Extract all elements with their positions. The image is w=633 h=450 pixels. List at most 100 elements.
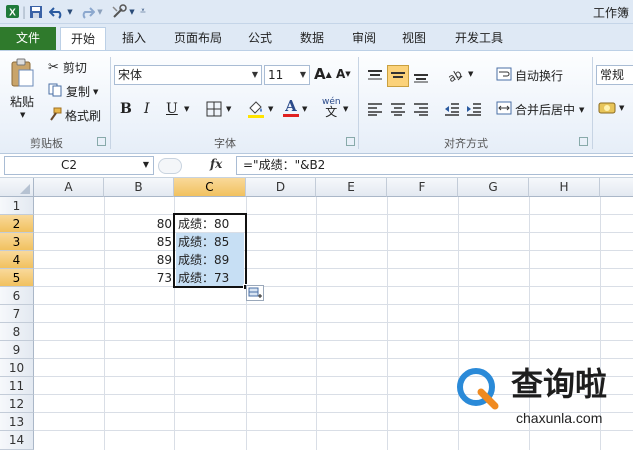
phonetic-dropdown-icon[interactable]: ▼ [343,105,348,113]
alignment-group-label: 对齐方式 [444,137,488,150]
row-header-10[interactable]: 10 [0,359,34,377]
shrink-font-label: A [336,67,346,81]
redo-icon[interactable] [78,3,96,20]
row-header-13[interactable]: 13 [0,413,34,431]
wrap-text-button[interactable]: 自动换行 [496,67,563,84]
column-header-h[interactable]: H [529,178,600,197]
tab-page-layout[interactable]: 页面布局 [166,27,230,50]
customize-qat-icon[interactable]: ⩡ [138,3,148,20]
clipboard-paste-icon[interactable] [6,57,38,89]
row-header-5[interactable]: 5 [0,269,34,287]
cut-button[interactable]: ✂ 剪切 [48,59,87,76]
underline-dropdown-icon[interactable]: ▼ [184,105,189,113]
tab-home[interactable]: 开始 [60,27,106,51]
merge-center-button[interactable]: 合并后居中 ▼ [496,101,584,118]
column-header-c[interactable]: C [174,178,246,197]
tab-review[interactable]: 审阅 [344,27,384,50]
undo-dropdown-icon[interactable]: ▼ [66,3,74,20]
save-icon[interactable] [28,3,44,20]
text-orientation-icon[interactable]: ab [444,65,466,87]
name-box[interactable]: C2 ▼ [4,156,154,175]
format-painter-button[interactable]: 格式刷 [48,107,101,124]
select-all-corner[interactable] [0,178,34,197]
clipboard-group-label: 剪贴板 [30,137,63,150]
tools-dropdown-icon[interactable]: ▼ [128,3,136,20]
orientation-dropdown-icon[interactable]: ▼ [468,70,473,78]
cell-b5[interactable]: 73 [104,269,174,287]
column-header-g[interactable]: G [458,178,529,197]
row-header-3[interactable]: 3 [0,233,34,251]
row-header-6[interactable]: 6 [0,287,34,305]
tab-developer[interactable]: 开发工具 [448,27,510,50]
grow-font-button[interactable]: A ▲ [314,65,332,83]
fill-color-icon[interactable] [246,99,266,119]
column-header-e[interactable]: E [316,178,387,197]
merge-dropdown-icon[interactable]: ▼ [579,106,584,114]
bold-button[interactable]: B [120,101,132,117]
row-header-12[interactable]: 12 [0,395,34,413]
font-launcher-icon[interactable] [346,137,355,146]
row-header-14[interactable]: 14 [0,431,34,450]
column-header-b[interactable]: B [104,178,174,197]
tab-file[interactable]: 文件 [0,27,56,50]
auto-fill-options-icon[interactable] [246,285,264,301]
align-bottom-icon[interactable] [411,66,431,86]
insert-function-icon[interactable]: fx [210,157,222,171]
alignment-launcher-icon[interactable] [579,137,588,146]
align-right-icon[interactable] [411,99,431,119]
watermark-url: chaxunla.com [516,410,603,426]
paste-button[interactable]: 粘贴 [10,93,34,110]
column-header-d[interactable]: D [246,178,316,197]
paste-dropdown-icon[interactable]: ▼ [20,111,25,119]
decrease-indent-icon[interactable] [442,99,462,119]
copy-dropdown-icon[interactable]: ▼ [93,88,98,96]
currency-dropdown-icon[interactable]: ▼ [619,104,624,112]
cell-b4[interactable]: 89 [104,251,174,269]
currency-format-icon[interactable]: ▼ [598,99,624,117]
tab-data[interactable]: 数据 [292,27,332,50]
column-header-f[interactable]: F [387,178,458,197]
cell-b2[interactable]: 80 [104,215,174,233]
tab-insert[interactable]: 插入 [114,27,154,50]
column-header-a[interactable]: A [34,178,104,197]
italic-button[interactable]: I [144,101,150,117]
number-format-select[interactable]: 常规 [596,65,633,85]
font-color-icon[interactable]: A [282,98,300,118]
toolbar-divider: | [21,4,27,19]
underline-button[interactable]: U [166,101,178,117]
font-color-dropdown-icon[interactable]: ▼ [302,105,307,113]
redo-dropdown-icon[interactable]: ▼ [96,3,104,20]
formula-bar-splitter[interactable] [158,158,182,174]
align-middle-icon[interactable] [387,65,409,87]
row-header-11[interactable]: 11 [0,377,34,395]
cell-b3[interactable]: 85 [104,233,174,251]
row-header-1[interactable]: 1 [0,197,34,215]
phonetic-button[interactable]: wén 文 [322,97,341,118]
shrink-font-button[interactable]: A ▼ [336,67,351,81]
undo-icon[interactable] [48,3,66,20]
row-header-7[interactable]: 7 [0,305,34,323]
border-icon[interactable] [206,101,222,117]
ribbon-home: 粘贴 ▼ ✂ 剪切 复制 ▼ 格式刷 剪贴板 宋体 ▼ 11 ▼ A ▲ A ▼ B… [0,50,633,154]
fill-color-dropdown-icon[interactable]: ▼ [268,105,273,113]
align-top-icon[interactable] [365,66,385,86]
font-name-select[interactable]: 宋体 ▼ [114,65,262,85]
row-header-2[interactable]: 2 [0,215,34,233]
tab-formulas[interactable]: 公式 [240,27,280,50]
tools-icon[interactable] [110,3,128,20]
align-center-icon[interactable] [388,99,408,119]
gridline [34,340,633,341]
tab-view[interactable]: 视图 [394,27,434,50]
increase-indent-icon[interactable] [464,99,484,119]
clipboard-launcher-icon[interactable] [97,137,106,146]
copy-button[interactable]: 复制 ▼ [48,83,98,100]
row-header-9[interactable]: 9 [0,341,34,359]
formula-input[interactable]: ="成绩："&B2 [236,156,633,175]
column-header-partial[interactable] [600,178,633,197]
font-size-select[interactable]: 11 ▼ [264,65,310,85]
border-dropdown-icon[interactable]: ▼ [226,105,231,113]
align-left-icon[interactable] [365,99,385,119]
row-header-4[interactable]: 4 [0,251,34,269]
row-header-8[interactable]: 8 [0,323,34,341]
watermark-brand: 查询啦 [511,365,608,403]
